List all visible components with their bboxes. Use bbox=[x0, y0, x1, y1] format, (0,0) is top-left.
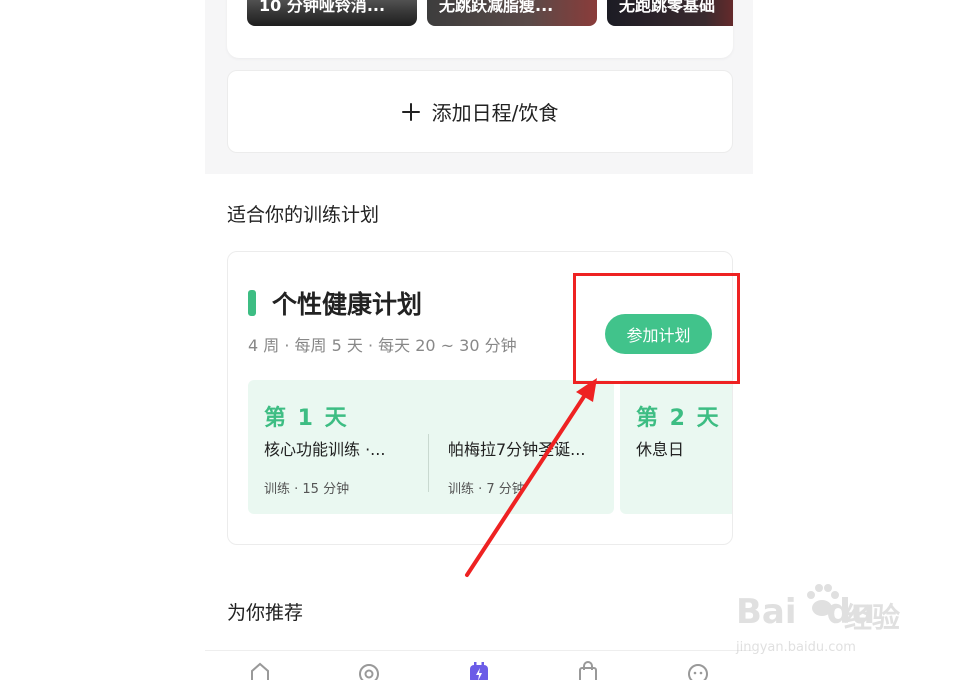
add-schedule-button[interactable]: 添加日程/饮食 bbox=[227, 70, 733, 153]
watermark-url: jingyan.baidu.com bbox=[736, 640, 856, 655]
profile-icon[interactable] bbox=[687, 661, 709, 680]
task-meta: 训练 · 15 分钟 bbox=[264, 482, 350, 497]
bottom-tab-bar bbox=[205, 650, 753, 680]
paw-icon bbox=[807, 584, 839, 616]
plan-title: 个性健康计划 bbox=[272, 290, 423, 319]
baidu-watermark: Bai du 经验 jingyan.baidu.com bbox=[736, 578, 936, 668]
home-icon[interactable] bbox=[249, 661, 271, 680]
shop-bag-icon[interactable] bbox=[577, 661, 599, 680]
plan-meta: 4 周 · 每周 5 天 · 每天 20 ~ 30 分钟 bbox=[248, 336, 517, 355]
section-title-recommend: 为你推荐 bbox=[227, 602, 304, 624]
course-thumbnail[interactable]: 无跑跳零基础 bbox=[607, 0, 733, 26]
explore-icon[interactable] bbox=[358, 661, 380, 680]
course-carousel: 10 分钟哑铃消... 无跳跃减脂瘦... 无跑跳零基础 bbox=[227, 0, 733, 58]
task-item[interactable]: 核心功能训练 ·... 训练 · 15 分钟 bbox=[264, 436, 414, 497]
add-schedule-label: 添加日程/饮食 bbox=[431, 101, 559, 125]
task-name: 帕梅拉7分钟圣诞... bbox=[448, 440, 586, 459]
day-title: 第 1 天 bbox=[264, 406, 349, 431]
task-meta: 训练 · 7 分钟 bbox=[448, 482, 525, 497]
task-name: 核心功能训练 ·... bbox=[264, 440, 386, 459]
plan-days-carousel[interactable]: 第 1 天 核心功能训练 ·... 训练 · 15 分钟 帕梅拉7分钟圣诞...… bbox=[248, 380, 732, 514]
day-title: 第 2 天 bbox=[636, 406, 721, 431]
course-thumbnail[interactable]: 无跳跃减脂瘦... bbox=[427, 0, 597, 26]
plan-calendar-icon[interactable] bbox=[468, 661, 490, 680]
day-card[interactable]: 第 1 天 核心功能训练 ·... 训练 · 15 分钟 帕梅拉7分钟圣诞...… bbox=[248, 380, 614, 514]
course-label: 10 分钟哑铃消... bbox=[259, 0, 386, 15]
watermark-cn: 经验 bbox=[844, 601, 901, 634]
course-label: 无跑跳零基础 bbox=[619, 0, 716, 15]
rest-day-label: 休息日 bbox=[636, 440, 685, 459]
task-divider bbox=[428, 434, 429, 492]
top-area: 10 分钟哑铃消... 无跳跃减脂瘦... 无跑跳零基础 添加日程/饮食 bbox=[205, 0, 753, 174]
course-label: 无跳跃减脂瘦... bbox=[439, 0, 554, 15]
accent-bar bbox=[248, 290, 256, 316]
course-thumbnail[interactable]: 10 分钟哑铃消... bbox=[247, 0, 417, 26]
plus-icon bbox=[401, 102, 420, 121]
section-title-plans: 适合你的训练计划 bbox=[227, 204, 380, 226]
day-card[interactable]: 第 2 天 休息日 bbox=[620, 380, 732, 514]
task-item[interactable]: 帕梅拉7分钟圣诞... 训练 · 7 分钟 bbox=[448, 436, 598, 497]
annotation-highlight-box bbox=[573, 273, 740, 384]
